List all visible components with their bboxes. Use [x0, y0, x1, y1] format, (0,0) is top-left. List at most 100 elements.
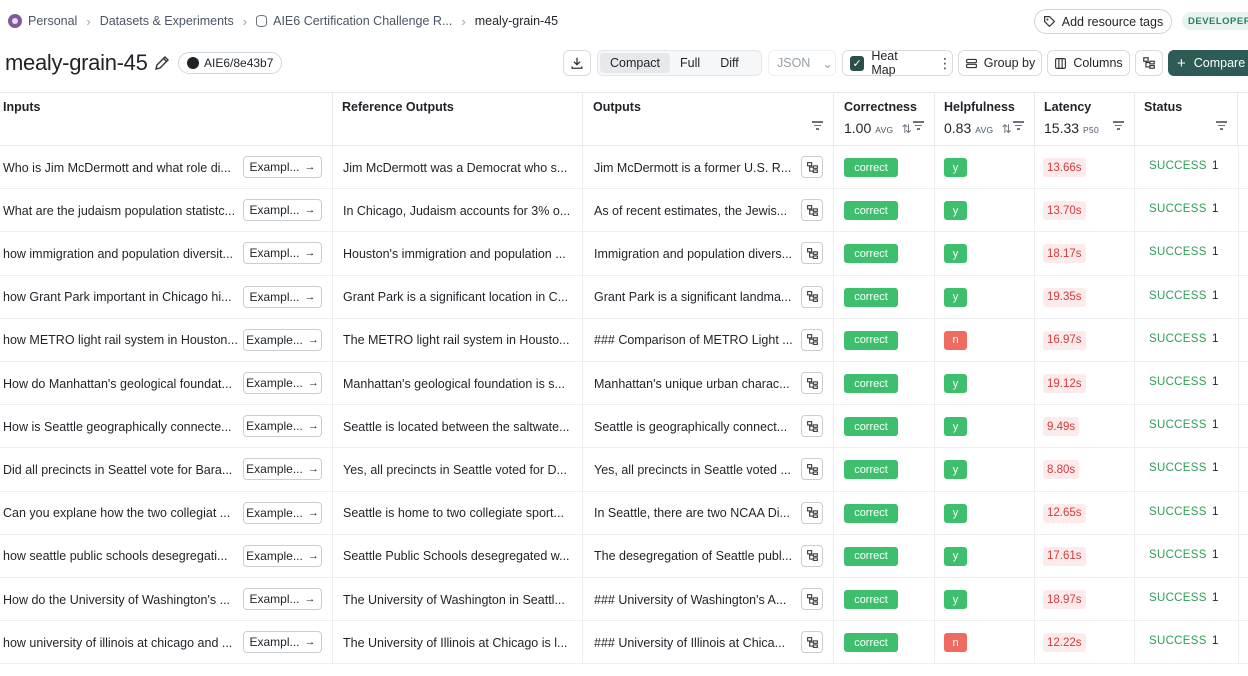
- example-link-button[interactable]: Exampl... →: [243, 285, 322, 308]
- correctness-score-badge[interactable]: correct: [844, 330, 898, 350]
- group-by-button[interactable]: Group by: [958, 50, 1042, 76]
- columns-button[interactable]: Columns: [1047, 50, 1130, 76]
- open-trace-button[interactable]: [801, 631, 823, 654]
- filter-icon[interactable]: [913, 121, 924, 130]
- filter-icon[interactable]: [812, 121, 823, 130]
- example-link-button[interactable]: Example... →: [243, 372, 322, 394]
- output-cell[interactable]: ### University of Washington's A...: [583, 578, 834, 621]
- sort-icon[interactable]: ⇅: [901, 122, 911, 136]
- table-row[interactable]: Who is Jim McDermott and what role di...…: [0, 146, 1248, 190]
- view-full-button[interactable]: Full: [670, 53, 710, 73]
- breadcrumb-workspace[interactable]: Personal: [8, 14, 77, 28]
- output-cell[interactable]: Manhattan's unique urban charac...: [583, 362, 834, 405]
- reference-cell[interactable]: In Chicago, Judaism accounts for 3% o...: [333, 189, 583, 233]
- output-cell[interactable]: As of recent estimates, the Jewis...: [583, 189, 834, 233]
- table-row[interactable]: How do the University of Washington's ..…: [0, 578, 1248, 622]
- output-cell[interactable]: Seattle is geographically connect...: [583, 405, 834, 449]
- open-trace-button[interactable]: [801, 242, 823, 265]
- open-trace-button[interactable]: [801, 156, 823, 178]
- helpfulness-score-badge[interactable]: y: [944, 590, 967, 609]
- download-button[interactable]: [563, 50, 591, 76]
- kebab-menu-icon[interactable]: ⋮: [938, 55, 952, 72]
- pencil-icon[interactable]: [153, 54, 171, 72]
- table-row[interactable]: how university of illinois at chicago an…: [0, 621, 1248, 665]
- helpfulness-score-badge[interactable]: y: [944, 546, 967, 566]
- table-row[interactable]: how Grant Park important in Chicago hi..…: [0, 275, 1248, 319]
- table-row[interactable]: how immigration and population diversit.…: [0, 232, 1248, 276]
- output-cell[interactable]: Grant Park is a significant landma...: [583, 275, 834, 319]
- helpfulness-score-badge[interactable]: y: [944, 158, 967, 177]
- table-row[interactable]: Can you explane how the two collegiat ..…: [0, 491, 1248, 535]
- view-compact-button[interactable]: Compact: [600, 53, 671, 73]
- example-link-button[interactable]: Example... →: [243, 458, 322, 481]
- breadcrumb-dataset[interactable]: AIE6 Certification Challenge R...: [256, 14, 452, 28]
- reference-cell[interactable]: Seattle is located between the saltwate.…: [333, 405, 583, 449]
- column-header-status[interactable]: Status: [1135, 93, 1238, 146]
- output-cell[interactable]: Yes, all precincts in Seattle voted ...: [583, 448, 834, 492]
- open-trace-button[interactable]: [801, 588, 823, 610]
- reference-cell[interactable]: The METRO light rail system in Housto...: [333, 318, 583, 362]
- correctness-score-badge[interactable]: correct: [844, 503, 898, 523]
- correctness-score-badge[interactable]: correct: [844, 633, 898, 653]
- column-header-inputs[interactable]: Inputs: [0, 93, 333, 146]
- helpfulness-score-badge[interactable]: y: [944, 201, 967, 221]
- open-trace-button[interactable]: [801, 285, 823, 308]
- open-trace-button[interactable]: [801, 415, 823, 438]
- example-link-button[interactable]: Example... →: [243, 544, 322, 567]
- open-trace-button[interactable]: [801, 328, 823, 351]
- reference-cell[interactable]: Jim McDermott was a Democrat who s...: [333, 146, 583, 189]
- reference-cell[interactable]: The University of Washington in Seattl..…: [333, 578, 583, 621]
- correctness-score-badge[interactable]: correct: [844, 460, 898, 480]
- output-cell[interactable]: ### University of Illinois at Chica...: [583, 621, 834, 665]
- compare-button[interactable]: + Compare: [1168, 50, 1248, 76]
- correctness-score-badge[interactable]: correct: [844, 374, 898, 393]
- open-trace-button[interactable]: [801, 501, 823, 524]
- open-trace-button[interactable]: [801, 458, 823, 481]
- reference-cell[interactable]: Yes, all precincts in Seattle voted for …: [333, 448, 583, 492]
- example-link-button[interactable]: Exampl... →: [243, 242, 322, 265]
- output-cell[interactable]: In Seattle, there are two NCAA Di...: [583, 491, 834, 535]
- correctness-score-badge[interactable]: correct: [844, 201, 898, 221]
- helpfulness-score-badge[interactable]: n: [944, 633, 967, 653]
- table-row[interactable]: What are the judaism population statistc…: [0, 189, 1248, 233]
- correctness-score-badge[interactable]: correct: [844, 287, 898, 307]
- column-header-outputs[interactable]: Outputs: [583, 93, 834, 146]
- reference-cell[interactable]: Manhattan's geological foundation is s..…: [333, 362, 583, 405]
- view-diff-button[interactable]: Diff: [710, 53, 749, 73]
- helpfulness-score-badge[interactable]: y: [944, 460, 967, 480]
- example-link-button[interactable]: Exampl... →: [243, 588, 322, 610]
- column-header-correctness[interactable]: Correctness 1.00 AVG ⇅: [834, 93, 935, 146]
- breadcrumb-section[interactable]: Datasets & Experiments: [100, 14, 234, 28]
- filter-icon[interactable]: [1113, 121, 1124, 130]
- reference-cell[interactable]: Seattle Public Schools desegregated w...: [333, 534, 583, 578]
- commit-badge[interactable]: AIE6/8e43b7: [178, 52, 283, 74]
- table-row[interactable]: Did all precincts in Seattel vote for Ba…: [0, 448, 1248, 492]
- reference-cell[interactable]: Seattle is home to two collegiate sport.…: [333, 491, 583, 535]
- example-link-button[interactable]: Example... →: [243, 501, 322, 524]
- sort-icon[interactable]: ⇅: [1001, 122, 1011, 136]
- trace-tree-button[interactable]: [1135, 50, 1163, 76]
- column-header-reference[interactable]: Reference Outputs: [333, 93, 583, 146]
- open-trace-button[interactable]: [801, 372, 823, 394]
- correctness-score-badge[interactable]: correct: [844, 546, 898, 566]
- filter-icon[interactable]: [1013, 121, 1024, 130]
- add-resource-tags-button[interactable]: Add resource tags: [1034, 9, 1172, 34]
- example-link-button[interactable]: Exampl... →: [243, 631, 322, 654]
- helpfulness-score-badge[interactable]: y: [944, 417, 967, 437]
- example-link-button[interactable]: Example... →: [243, 415, 322, 438]
- helpfulness-score-badge[interactable]: y: [944, 374, 967, 393]
- correctness-score-badge[interactable]: correct: [844, 417, 898, 437]
- heatmap-toggle[interactable]: ✓ Heat Map ⋮: [842, 49, 953, 77]
- correctness-score-badge[interactable]: correct: [844, 244, 898, 264]
- reference-cell[interactable]: Houston's immigration and population ...: [333, 232, 583, 276]
- reference-cell[interactable]: Grant Park is a significant location in …: [333, 275, 583, 319]
- output-cell[interactable]: Immigration and population divers...: [583, 232, 834, 276]
- helpfulness-score-badge[interactable]: y: [944, 244, 967, 264]
- output-cell[interactable]: ### Comparison of METRO Light ...: [583, 318, 834, 362]
- table-row[interactable]: how seattle public schools desegregati..…: [0, 534, 1248, 578]
- open-trace-button[interactable]: [801, 199, 823, 222]
- example-link-button[interactable]: Example... →: [243, 328, 322, 351]
- reference-cell[interactable]: The University of Illinois at Chicago is…: [333, 621, 583, 665]
- open-trace-button[interactable]: [801, 544, 823, 567]
- correctness-score-badge[interactable]: correct: [844, 590, 898, 609]
